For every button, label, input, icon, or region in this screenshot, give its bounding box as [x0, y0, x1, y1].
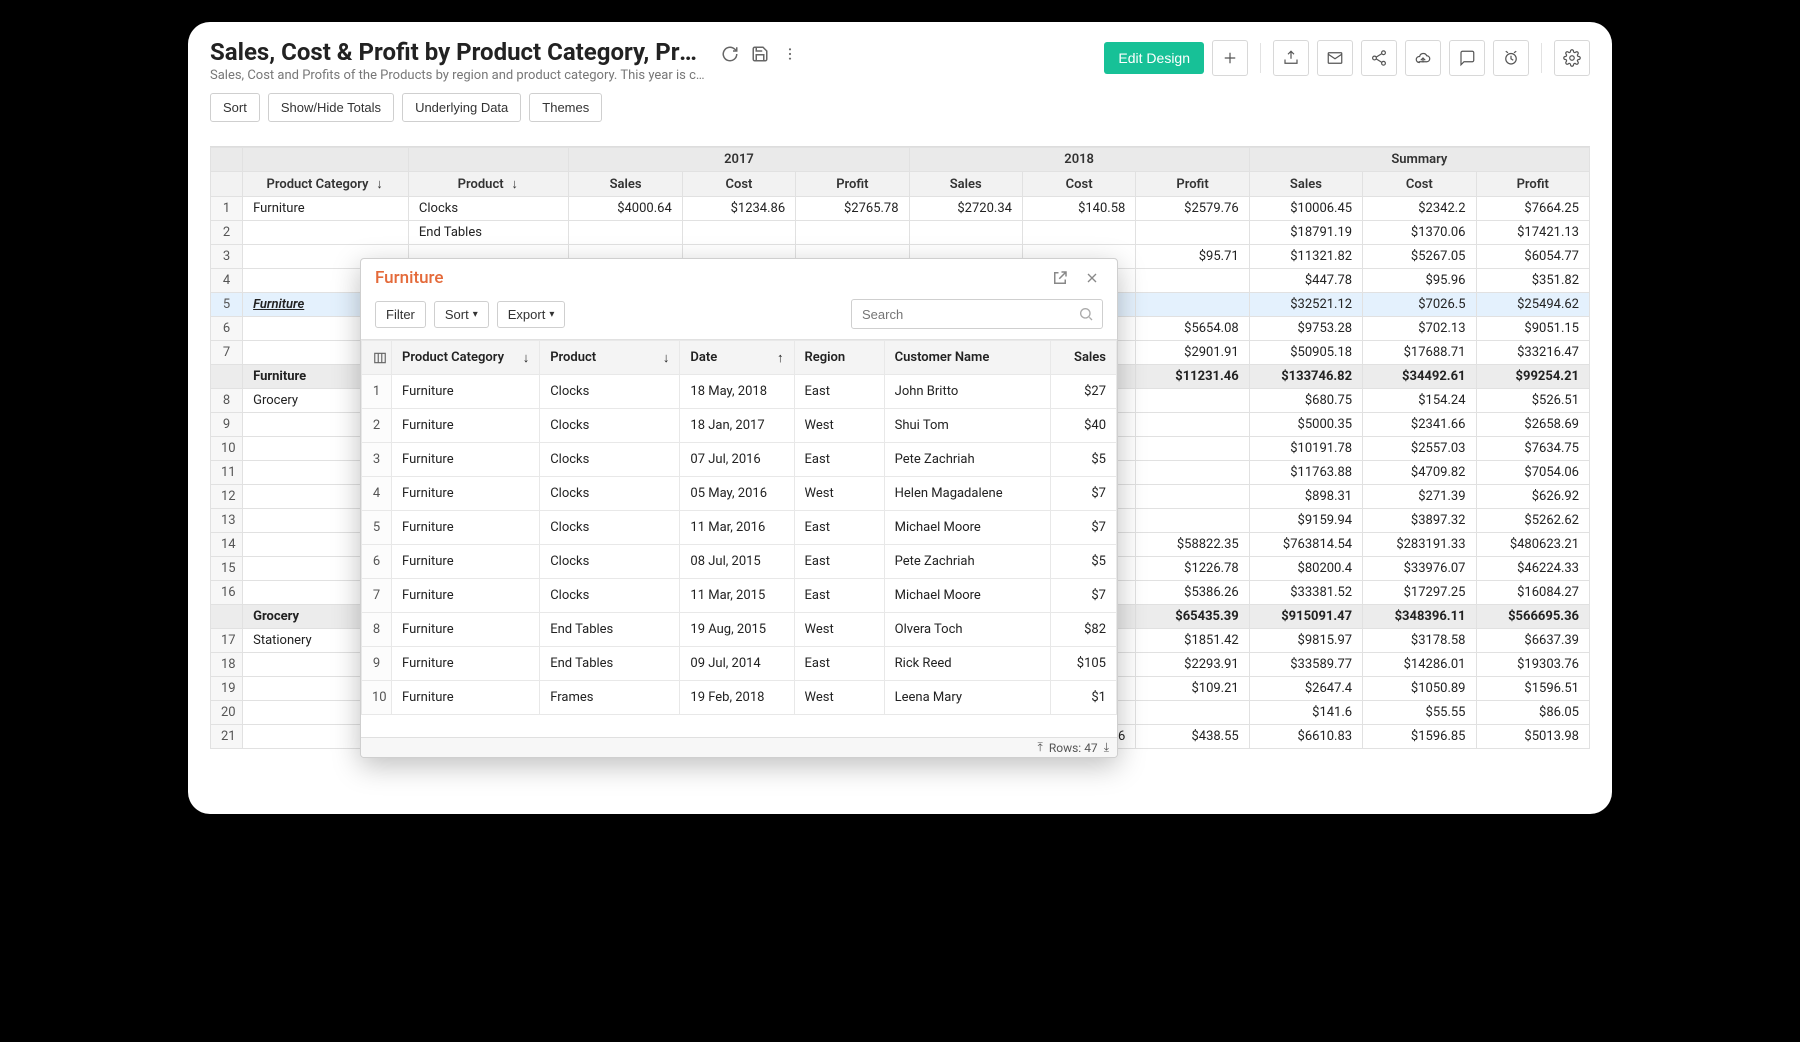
- col-sales-2017[interactable]: Sales: [569, 172, 682, 197]
- search-icon: [1078, 306, 1094, 322]
- add-button[interactable]: [1212, 40, 1248, 76]
- comment-icon[interactable]: [1449, 40, 1485, 76]
- detail-filter-button[interactable]: Filter: [375, 301, 426, 328]
- dcol-date[interactable]: Date ↑: [680, 341, 794, 375]
- group-2017: 2017: [569, 148, 909, 172]
- dcol-customer[interactable]: Customer Name: [884, 341, 1050, 375]
- table-row[interactable]: 2End Tables$18791.19$1370.06$17421.13: [211, 221, 1590, 245]
- edit-design-button[interactable]: Edit Design: [1104, 42, 1204, 74]
- share-icon[interactable]: [1361, 40, 1397, 76]
- group-2018: 2018: [909, 148, 1249, 172]
- group-summary: Summary: [1249, 148, 1589, 172]
- detail-title: Furniture: [375, 268, 444, 288]
- detail-search[interactable]: [851, 299, 1103, 329]
- detail-row[interactable]: 10FurnitureFrames19 Feb, 2018WestLeena M…: [362, 681, 1117, 715]
- col-sales-sum[interactable]: Sales: [1249, 172, 1362, 197]
- detail-export-button[interactable]: Export▾: [497, 301, 566, 328]
- detail-row[interactable]: 9FurnitureEnd Tables09 Jul, 2014EastRick…: [362, 647, 1117, 681]
- sort-button[interactable]: Sort: [210, 93, 260, 122]
- dcol-product-category[interactable]: Product Category ↓: [392, 341, 540, 375]
- col-sales-2018[interactable]: Sales: [909, 172, 1022, 197]
- page-subtitle: Sales, Cost and Profits of the Products …: [210, 68, 710, 83]
- table-row[interactable]: 1FurnitureClocks$4000.64$1234.86$2765.78…: [211, 197, 1590, 221]
- page-title: Sales, Cost & Profit by Product Category…: [210, 38, 710, 66]
- dcol-region[interactable]: Region: [794, 341, 884, 375]
- scroll-top-icon[interactable]: ⤒: [1038, 740, 1043, 755]
- popout-icon[interactable]: [1049, 267, 1071, 289]
- col-cost-2018[interactable]: Cost: [1022, 172, 1135, 197]
- detail-row[interactable]: 1FurnitureClocks18 May, 2018EastJohn Bri…: [362, 375, 1117, 409]
- detail-row[interactable]: 6FurnitureClocks08 Jul, 2015EastPete Zac…: [362, 545, 1117, 579]
- col-cost-2017[interactable]: Cost: [682, 172, 795, 197]
- themes-button[interactable]: Themes: [529, 93, 602, 122]
- detail-table[interactable]: Product Category ↓ Product ↓ Date ↑ Regi…: [361, 340, 1117, 715]
- detail-row[interactable]: 8FurnitureEnd Tables19 Aug, 2015WestOlve…: [362, 613, 1117, 647]
- detail-row[interactable]: 3FurnitureClocks07 Jul, 2016EastPete Zac…: [362, 443, 1117, 477]
- show-hide-totals-button[interactable]: Show/Hide Totals: [268, 93, 394, 122]
- detail-row[interactable]: 2FurnitureClocks18 Jan, 2017WestShui Tom…: [362, 409, 1117, 443]
- save-icon[interactable]: [750, 44, 770, 64]
- search-input[interactable]: [860, 306, 1078, 323]
- refresh-icon[interactable]: [720, 44, 740, 64]
- detail-row[interactable]: 7FurnitureClocks11 Mar, 2015EastMichael …: [362, 579, 1117, 613]
- col-product-category[interactable]: Product Category↓: [243, 172, 409, 197]
- col-profit-sum[interactable]: Profit: [1476, 172, 1590, 197]
- detail-sort-button[interactable]: Sort▾: [434, 301, 489, 328]
- col-cost-sum[interactable]: Cost: [1363, 172, 1476, 197]
- alarm-icon[interactable]: [1493, 40, 1529, 76]
- scroll-bottom-icon[interactable]: ⤓: [1104, 740, 1109, 755]
- columns-icon[interactable]: [372, 350, 388, 366]
- settings-icon[interactable]: [1554, 40, 1590, 76]
- detail-panel: Furniture Filter Sort▾ Export▾: [360, 258, 1118, 758]
- detail-row[interactable]: 5FurnitureClocks11 Mar, 2016EastMichael …: [362, 511, 1117, 545]
- col-profit-2018[interactable]: Profit: [1136, 172, 1249, 197]
- more-icon[interactable]: [780, 44, 800, 64]
- row-count: Rows: 47: [1049, 741, 1098, 755]
- underlying-data-button[interactable]: Underlying Data: [402, 93, 521, 122]
- col-product[interactable]: Product↓: [408, 172, 568, 197]
- col-profit-2017[interactable]: Profit: [796, 172, 909, 197]
- cloud-icon[interactable]: [1405, 40, 1441, 76]
- export-icon[interactable]: [1273, 40, 1309, 76]
- dcol-product[interactable]: Product ↓: [540, 341, 680, 375]
- mail-icon[interactable]: [1317, 40, 1353, 76]
- detail-row[interactable]: 4FurnitureClocks05 May, 2016WestHelen Ma…: [362, 477, 1117, 511]
- dcol-sales[interactable]: Sales: [1050, 341, 1116, 375]
- close-icon[interactable]: [1081, 267, 1103, 289]
